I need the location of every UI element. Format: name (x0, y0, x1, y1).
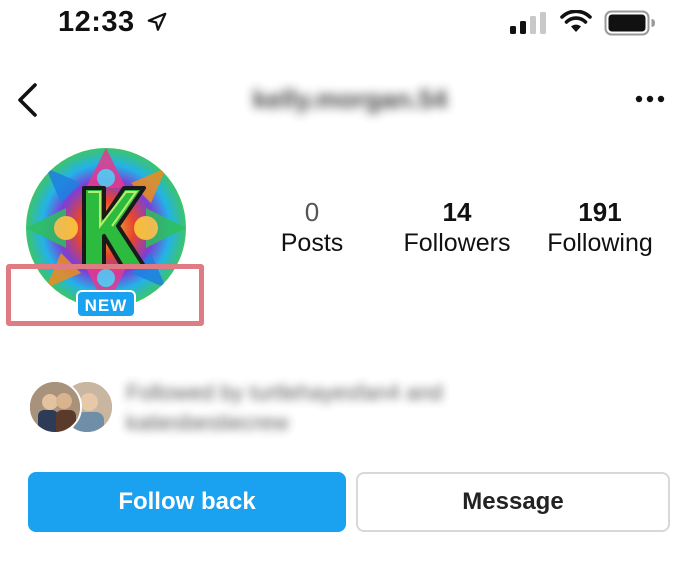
followed-by-text[interactable]: Followed by turtlehayesfan4 and katiesbe… (126, 378, 546, 438)
new-badge: NEW (76, 290, 136, 318)
following-label: Following (547, 229, 653, 257)
followers-label: Followers (403, 229, 511, 257)
profile-nav-bar: kelly.morgan.54 (0, 70, 700, 130)
mutual-followers-avatars[interactable] (28, 380, 116, 436)
battery-icon (604, 10, 655, 36)
profile-username: kelly.morgan.54 (252, 84, 448, 114)
posts-stat[interactable]: 0 Posts (270, 196, 354, 258)
mutual-follower-avatar (28, 380, 82, 434)
chevron-left-icon[interactable] (14, 82, 42, 118)
status-time: 12:33 (58, 6, 135, 38)
followers-stat[interactable]: 14 Followers (398, 196, 516, 258)
posts-label: Posts (280, 229, 344, 257)
wifi-icon (560, 10, 592, 32)
posts-count: 0 (304, 197, 320, 227)
followed-by-line-2: katiesbestiecrew (126, 410, 289, 435)
message-button[interactable]: Message (356, 472, 670, 532)
followers-count: 14 (442, 197, 472, 227)
follow-back-button[interactable]: Follow back (28, 472, 346, 532)
following-count: 191 (578, 197, 622, 227)
location-arrow-icon (147, 12, 167, 31)
cellular-signal-icon (510, 12, 546, 34)
status-bar: 12:33 (0, 0, 700, 50)
following-stat[interactable]: 191 Following (540, 196, 660, 258)
more-horizontal-icon[interactable] (634, 92, 666, 106)
followed-by-line-1: Followed by turtlehayesfan4 and (126, 380, 443, 405)
